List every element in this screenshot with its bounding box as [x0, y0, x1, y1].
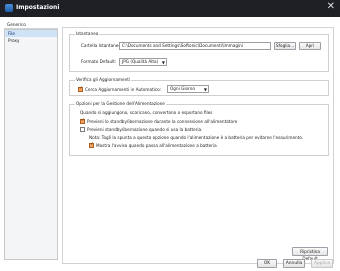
prevent-standby-ac-checkbox[interactable] [80, 118, 85, 124]
update-frequency-value: Ogni Giorno [170, 86, 195, 91]
sidebar-item-proxy[interactable]: Proxy [5, 37, 57, 44]
chevron-down-icon: ▼ [203, 87, 207, 92]
close-icon[interactable]: ✕ [327, 1, 335, 12]
open-folder-button[interactable]: Apri [299, 42, 321, 50]
battery-warning-label: Mostra l'avviso quando passa all'aliment… [96, 143, 217, 148]
snapshot-group: Istantanea Cartella Istantanee: C:\Docum… [69, 31, 329, 72]
format-label: Formato Default: [81, 59, 117, 64]
title-bar: Impostazioni ✕ [0, 0, 340, 17]
app-icon [5, 4, 13, 12]
power-group: Opzioni per la Gestione dell'Alimentazio… [69, 101, 329, 156]
dialog-body: Generico File Proxy Istantanea Cartella … [0, 17, 340, 271]
battery-warning-checkbox[interactable] [89, 142, 94, 148]
power-intro-text: Quando si aggiungono, scaricano, convert… [80, 110, 213, 115]
chevron-down-icon: ▼ [161, 60, 165, 65]
browse-button[interactable]: Sfoglia... [274, 42, 296, 50]
settings-panel: Istantanea Cartella Istantanee: C:\Docum… [62, 27, 334, 264]
apply-button[interactable]: Applica [311, 259, 333, 268]
sidebar-header: Generico [4, 21, 58, 29]
auto-update-checkbox[interactable] [78, 86, 83, 92]
restore-defaults-button[interactable]: Ripristina Default [292, 247, 328, 261]
folder-path-input[interactable]: C:\Documents and Settings\Softonic\Docum… [119, 42, 271, 50]
updates-group: Verifica gli Aggiornamenti Cerca Aggiorn… [69, 77, 329, 96]
category-sidebar: Generico File Proxy [4, 21, 58, 260]
update-frequency-select[interactable]: Ogni Giorno ▼ [167, 85, 209, 93]
auto-update-label: Cerca Aggiornamenti in Automatico: [85, 87, 162, 92]
folder-label: Cartella Istantanee: [81, 43, 123, 48]
prevent-standby-battery-label: Previeni standby/ibernazione quando si u… [87, 127, 203, 132]
window-title: Impostazioni [16, 3, 60, 11]
ok-button[interactable]: OK [257, 259, 277, 268]
cancel-button[interactable]: Annulla [283, 259, 305, 268]
power-group-legend: Opzioni per la Gestione dell'Alimentazio… [75, 101, 166, 106]
snapshot-group-legend: Istantanea [75, 31, 100, 36]
updates-group-legend: Verifica gli Aggiornamenti [75, 77, 132, 82]
format-select-value: JPG (Qualità Alta) [122, 59, 159, 64]
category-list: File Proxy [4, 29, 58, 260]
prevent-standby-battery-checkbox[interactable] [80, 127, 85, 132]
format-select[interactable]: JPG (Qualità Alta) ▼ [119, 58, 167, 66]
battery-note: Nota: Togli la spunta a questa opzione q… [89, 135, 304, 140]
prevent-standby-ac-label: Previeni lo standby/ibernazione durante … [87, 119, 238, 124]
sidebar-item-file[interactable]: File [5, 30, 57, 37]
